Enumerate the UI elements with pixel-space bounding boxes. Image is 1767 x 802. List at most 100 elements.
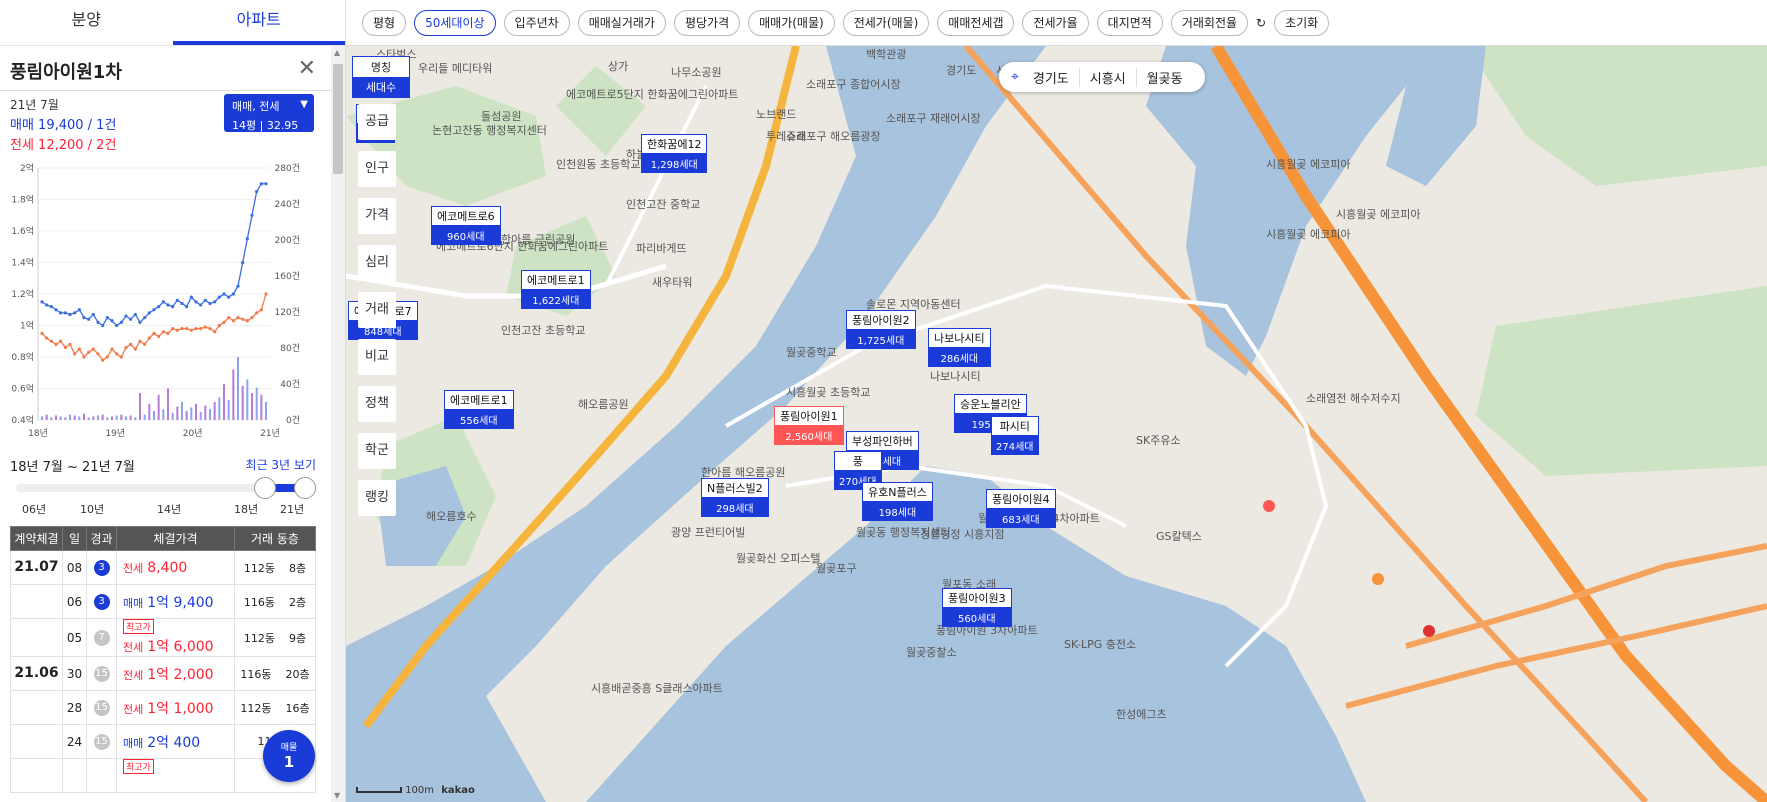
close-icon[interactable]: ✕	[298, 56, 316, 81]
map-label-toggle[interactable]: 명칭 세대수	[352, 56, 410, 98]
data-point	[59, 311, 63, 315]
filter-button[interactable]: 매매가(매물)	[748, 9, 835, 36]
listing-count-button[interactable]: 매물 1	[263, 730, 315, 782]
apartment-marker[interactable]: 풍림아이원2 1,725세대	[846, 310, 916, 349]
trade-type: 전세	[123, 668, 144, 682]
location-breadcrumb: ⌖ 경기도 시흥시 월곶동	[999, 62, 1205, 92]
scroll-up-icon[interactable]: ▲	[334, 48, 340, 57]
apartment-marker[interactable]: 풍림아이원1 2,560세대	[774, 406, 844, 445]
marker-name: 풍	[834, 451, 882, 471]
tab-presale[interactable]: 분양	[0, 0, 173, 45]
data-point	[208, 301, 212, 306]
table-cell-elapsed: 3	[86, 584, 117, 619]
recent-3y-button[interactable]: 최근 3년 보기	[246, 456, 316, 473]
filter-button[interactable]: 대지면적	[1096, 9, 1163, 36]
data-point	[171, 327, 175, 331]
y-tick-label: 1.2억	[11, 288, 34, 300]
jeonse-summary: 전세 12,200 / 2건	[10, 138, 117, 153]
trade-type: 매매	[123, 596, 144, 610]
slider-end-handle[interactable]	[294, 477, 316, 499]
data-point	[45, 336, 49, 340]
side-menu-item[interactable]: 학군	[358, 433, 396, 469]
y-tick-label: 1.8억	[11, 194, 34, 206]
filter-button[interactable]: 전세가(매물)	[842, 9, 930, 36]
side-menu-item[interactable]: 가격	[358, 198, 396, 234]
filter-button[interactable]: 입주년차	[503, 9, 570, 36]
period-slider[interactable]	[16, 477, 316, 499]
panel-scrollbar[interactable]: ▲ ▼	[331, 46, 345, 802]
map-place-label: 논현고잔동 행정복지센터	[432, 124, 547, 137]
location-province[interactable]: 경기도	[1023, 67, 1080, 87]
scroll-thumb[interactable]	[333, 64, 343, 174]
scroll-down-icon[interactable]: ▼	[334, 791, 340, 800]
location-dong[interactable]: 월곶동	[1137, 68, 1193, 87]
filter-button[interactable]: 전세가율	[1022, 9, 1089, 36]
data-point	[73, 311, 77, 315]
apartment-marker[interactable]: N플러스빌2 298세대	[701, 478, 769, 517]
filter-button[interactable]: 매매실거래가	[577, 9, 666, 36]
side-menu-item[interactable]: 인구	[358, 151, 396, 187]
elapsed-badge: 3	[93, 594, 110, 610]
filter-button[interactable]: 매매전세갭	[937, 9, 1015, 36]
kakao-logo: kakao	[441, 785, 475, 796]
deal-type-select[interactable]: 매매, 전세 ▼ 14평 | 32.95㎡	[224, 94, 314, 148]
apartment-marker[interactable]: 유호N플러스 198세대	[862, 482, 933, 521]
data-point	[241, 317, 245, 321]
data-point	[227, 316, 231, 320]
table-row[interactable]: 28 15 전세 1억 1,000 112동 16층	[10, 690, 316, 725]
y-tick-label: 2억	[20, 162, 34, 174]
y-tick-label: 0.8억	[11, 351, 34, 363]
elapsed-badge: 3	[93, 560, 110, 576]
filter-bar: 평형 50세대이상 입주년차 매매실거래가 평당가격 매매가(매물) 전세가(매물) 매매전세…	[346, 0, 1767, 46]
apartment-marker[interactable]: 나보나시티 286세대	[928, 328, 991, 367]
trade-floor: 20층	[285, 667, 310, 681]
filter-button[interactable]: 평당가격	[673, 9, 741, 36]
y-tick-label: 0.6억	[11, 383, 34, 395]
table-row[interactable]: 06 3 매매 1억 9,400 116동 2층	[10, 584, 316, 619]
table-cell-elapsed: 15	[86, 656, 117, 691]
filter-button[interactable]: 50세대이상	[414, 9, 496, 36]
data-point	[129, 342, 133, 346]
location-city[interactable]: 시흥시	[1080, 67, 1137, 87]
volume-bar	[78, 416, 81, 420]
table-cell-day: 05	[62, 618, 87, 657]
table-cell-price: 전세 1억 2,000	[116, 656, 235, 691]
table-row[interactable]: 21.06 30 15 전세 1억 2,000 116동 20층	[10, 656, 316, 691]
data-point	[54, 308, 58, 312]
apartment-marker[interactable]: 에코메트로1 556세대	[444, 390, 514, 429]
filter-button[interactable]: 거래회전율	[1170, 9, 1249, 36]
side-menu-item[interactable]: 거래	[358, 292, 396, 328]
marker-units: 198세대	[862, 502, 933, 521]
map-view[interactable]: 명칭 세대수공급인구가격심리거래비교정책학군랭킹 ⌖ 경기도 시흥시 월곶동 한화…	[346, 46, 1767, 802]
apartment-marker[interactable]: 풍림아이원3 560세대	[942, 588, 1012, 627]
apartment-marker[interactable]: 한화꿈에12 1,298세대	[641, 134, 708, 173]
marker-name: 풍림아이원2	[846, 310, 916, 330]
trade-dong: 116동	[240, 667, 272, 681]
table-row[interactable]: 21.07 08 3 전세 8,400 112동 8층	[10, 550, 316, 585]
side-menu-item[interactable]: 심리	[358, 245, 396, 281]
apartment-marker[interactable]: 파시티 274세대	[991, 416, 1039, 455]
volume-bar	[83, 413, 85, 420]
volume-bar	[129, 415, 132, 420]
table-cell-month	[10, 758, 63, 793]
volume-bar	[73, 415, 76, 420]
volume-bar	[69, 414, 71, 420]
tab-apartment[interactable]: 아파트	[172, 0, 345, 45]
side-menu-item[interactable]: 정책	[358, 386, 396, 422]
apartment-marker[interactable]: 풍림아이원4 683세대	[986, 489, 1056, 528]
crosshair-icon[interactable]: ⌖	[1011, 69, 1019, 85]
side-menu-item[interactable]: 비교	[358, 339, 396, 375]
side-menu-item[interactable]: 랭킹	[358, 480, 396, 516]
table-row[interactable]: 05 7 최고가 전세 1억 6,000 112동 9층	[10, 618, 316, 657]
elapsed-badge: 15	[93, 666, 110, 682]
apartment-marker[interactable]: 에코메트로6 960세대	[431, 206, 501, 245]
slider-tick: 21년	[280, 503, 305, 516]
filter-button[interactable]: 평형	[362, 9, 407, 36]
side-menu-item[interactable]: 공급	[358, 104, 396, 140]
marker-name: 승운노블리안	[954, 394, 1027, 414]
apartment-marker[interactable]: 에코메트로1 1,622세대	[521, 270, 591, 309]
reset-button[interactable]: 초기화	[1274, 9, 1330, 36]
price-chart: 2억 1.8억 1.6억 1.4억 1.2억 1억 0.8억 0.6억 0.4억 280건 240건…	[11, 162, 300, 439]
marker-units: 560세대	[942, 608, 1012, 627]
slider-start-handle[interactable]	[254, 477, 276, 499]
